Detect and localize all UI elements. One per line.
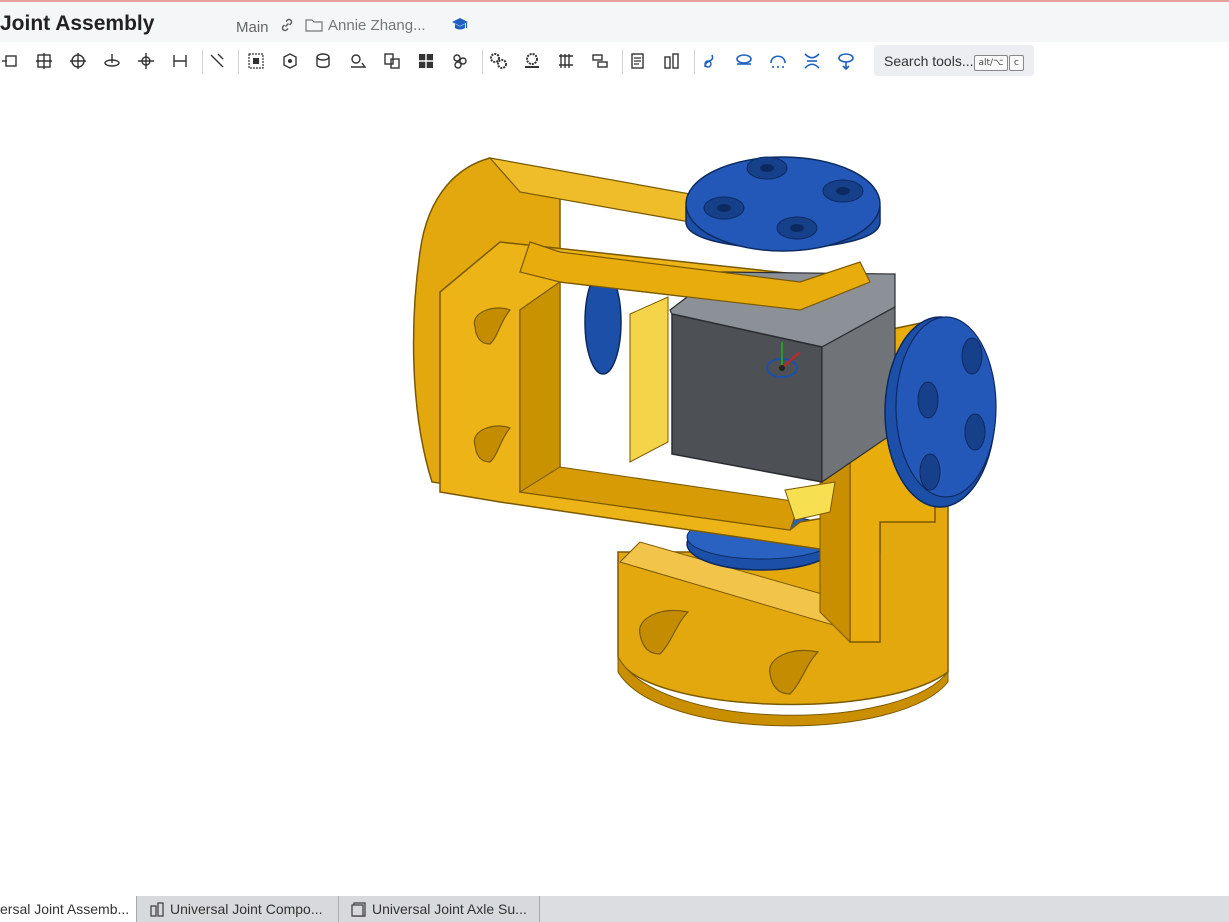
- tab-label: Universal Joint Axle Su...: [372, 901, 527, 917]
- graphics-viewport[interactable]: [0, 82, 1229, 894]
- shortcut-key: c: [1009, 55, 1024, 71]
- section-view-icon[interactable]: [732, 50, 756, 72]
- interference-check-icon[interactable]: [800, 50, 824, 72]
- toolbar-separator: [482, 50, 483, 74]
- revolute-mate-icon[interactable]: [66, 50, 90, 72]
- width-mate-icon[interactable]: [380, 50, 404, 72]
- search-tools-input[interactable]: Search tools... alt/⌥ c: [874, 45, 1034, 76]
- linear-relation-icon[interactable]: [588, 50, 612, 72]
- tab-label: ersal Joint Assemb...: [0, 901, 130, 917]
- toolbar-separator: [694, 50, 695, 74]
- screw-relation-icon[interactable]: [554, 50, 578, 72]
- ball-mate-icon[interactable]: [346, 50, 370, 72]
- toolbar-separator: [238, 50, 239, 74]
- fastened-mate-icon[interactable]: [32, 50, 56, 72]
- parallel-mate-icon[interactable]: [168, 50, 192, 72]
- graduation-cap-icon[interactable]: [451, 16, 469, 32]
- rack-pinion-icon[interactable]: [520, 50, 544, 72]
- part-studio-icon: [150, 902, 164, 917]
- animate-icon[interactable]: [834, 50, 858, 72]
- gear-relation-icon[interactable]: [486, 50, 510, 72]
- toolbar-separator: [622, 50, 623, 74]
- replicate-icon[interactable]: [414, 50, 438, 72]
- shortcut-modifier-key: alt/⌥: [974, 55, 1008, 71]
- slider-mate-icon[interactable]: [100, 50, 124, 72]
- insert-icon[interactable]: [0, 50, 22, 72]
- tab-label: Universal Joint Compo...: [170, 901, 323, 917]
- explode-view-icon[interactable]: [660, 50, 684, 72]
- toolbar-separator: [202, 50, 203, 74]
- owner-folder-link[interactable]: Annie Zhang...: [328, 17, 426, 34]
- planar-mate-icon[interactable]: [134, 50, 158, 72]
- tangent-mate-icon[interactable]: [206, 50, 230, 72]
- tab-universal-joint-assembly[interactable]: ersal Joint Assemb...: [0, 896, 137, 922]
- assembly-toolbar: [0, 42, 1229, 80]
- folder-icon: [305, 19, 323, 32]
- pin-slot-mate-icon[interactable]: [312, 50, 336, 72]
- universal-joint-model[interactable]: [0, 82, 1229, 894]
- branch-name[interactable]: Main: [236, 19, 269, 36]
- tab-universal-joint-components[interactable]: Universal Joint Compo...: [137, 896, 339, 922]
- tab-universal-joint-axle[interactable]: Universal Joint Axle Su...: [339, 896, 540, 922]
- measure-icon[interactable]: [698, 50, 722, 72]
- mass-properties-icon[interactable]: [766, 50, 790, 72]
- mate-connector-icon[interactable]: [278, 50, 302, 72]
- pattern-icon[interactable]: [448, 50, 472, 72]
- document-title[interactable]: Joint Assembly: [0, 12, 154, 36]
- link-icon[interactable]: [279, 17, 295, 33]
- assembly-icon: [351, 902, 366, 917]
- group-icon[interactable]: [244, 50, 268, 72]
- document-header: Joint Assembly Main Annie Zhang...: [0, 2, 1229, 42]
- search-tools-label: Search tools...: [884, 53, 974, 69]
- bom-icon[interactable]: [626, 50, 650, 72]
- document-tab-bar: ersal Joint Assemb... Universal Joint Co…: [0, 896, 1229, 922]
